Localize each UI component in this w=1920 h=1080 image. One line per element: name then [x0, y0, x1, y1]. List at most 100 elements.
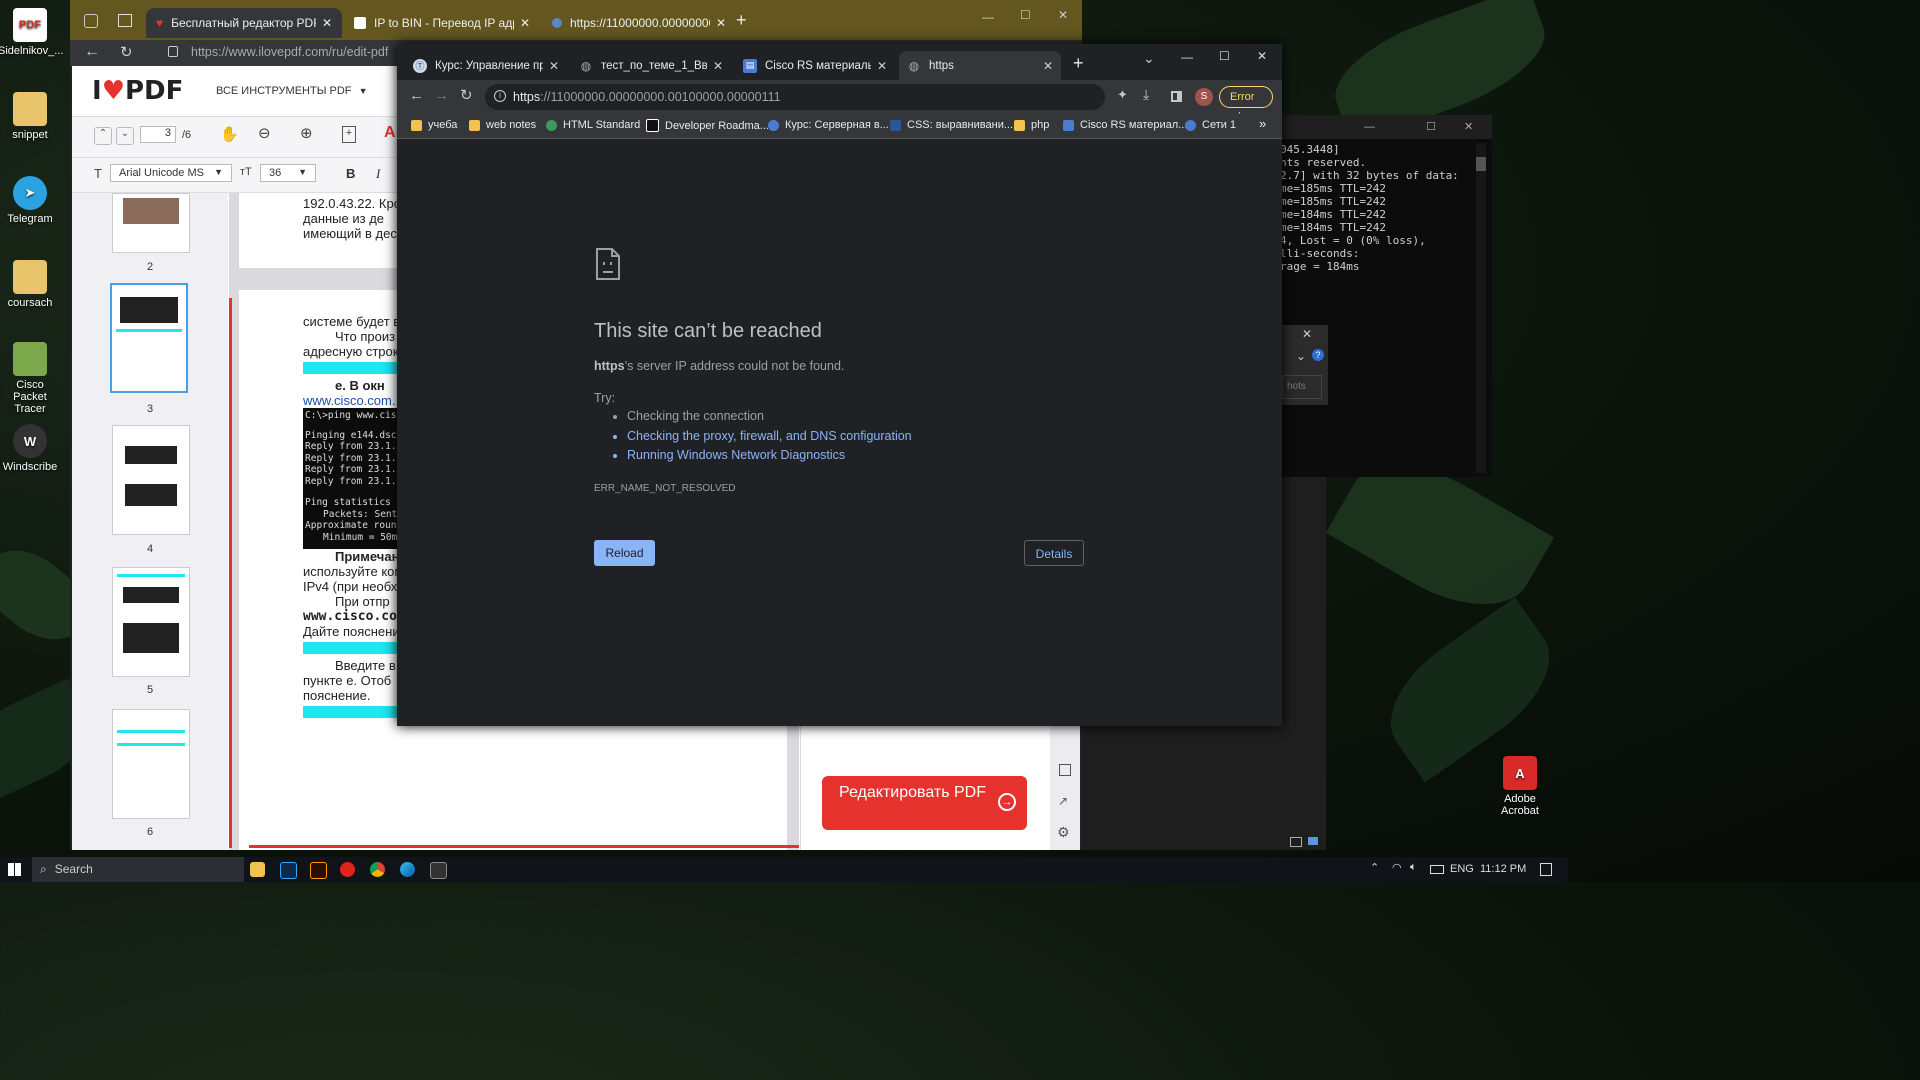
chrome-tab-cisco[interactable]: ▤ Cisco RS материалы для ✕ — [735, 51, 895, 80]
tab-close-icon[interactable]: ✕ — [1037, 59, 1053, 73]
bookmark-folder-php[interactable]: php — [1014, 119, 1049, 131]
desktop-icon-acrobat[interactable]: A Adobe Acrobat — [1488, 756, 1552, 817]
opera-icon[interactable] — [340, 862, 355, 877]
language-indicator[interactable]: ENG — [1450, 863, 1474, 875]
minimize-button[interactable]: — — [1181, 50, 1193, 64]
page-number-input[interactable]: 3 — [140, 126, 176, 143]
back-tab-ilovepdf[interactable]: ♥ Бесплатный редактор PDF-фай ✕ — [146, 8, 342, 38]
bookmark-networks-1[interactable]: Сети 1 — [1185, 119, 1236, 131]
close-button[interactable]: ✕ — [1058, 8, 1068, 22]
suggestion-check-proxy-link[interactable]: Checking the proxy, firewall, and DNS co… — [627, 427, 912, 447]
chrome-taskbar-icon[interactable] — [370, 862, 385, 877]
forward-arrow-icon[interactable]: → — [434, 87, 449, 104]
desktop-icon-windscribe[interactable]: W Windscribe — [0, 424, 62, 473]
back-icon[interactable]: ← — [84, 43, 100, 61]
bookmark-folder-web-notes[interactable]: web notes — [469, 119, 536, 131]
thumbnail-page-6[interactable] — [112, 709, 190, 819]
thumbnail-page-2[interactable] — [112, 193, 190, 253]
tab-close-icon[interactable]: ✕ — [871, 59, 887, 73]
tab-close-icon[interactable]: ✕ — [543, 59, 559, 73]
thumbnail-page-5[interactable] — [112, 567, 190, 677]
reload-button[interactable]: Reload — [594, 540, 655, 566]
battery-icon[interactable] — [1430, 865, 1444, 874]
hand-tool-icon[interactable]: ✋ — [220, 125, 239, 143]
dropdown-chevron-icon[interactable]: ⌄ — [1296, 349, 1306, 363]
notifications-icon[interactable] — [1540, 863, 1552, 876]
font-size-select[interactable]: 36 ▼ — [260, 164, 316, 182]
desktop-icon-coursach[interactable]: coursach — [0, 260, 62, 309]
maximize-button[interactable]: ☐ — [1020, 8, 1031, 22]
terminal-taskbar-icon[interactable] — [430, 862, 447, 879]
close-button[interactable]: ✕ — [1257, 49, 1267, 63]
back-tab-ip-to-bin[interactable]: IP to BIN - Перевод IP адреса в ✕ — [344, 8, 540, 38]
page-down-button[interactable]: ⌄ — [116, 127, 134, 145]
tab-actions-icon[interactable] — [118, 14, 132, 27]
minimize-button[interactable]: — — [1364, 121, 1375, 133]
desktop-icon-pdf[interactable]: PDF Sidelnikov_... — [0, 8, 63, 57]
side-panel-icon[interactable] — [1171, 91, 1182, 102]
edge-icon[interactable] — [400, 862, 415, 877]
bookmark-cisco-rs[interactable]: Cisco RS материал... — [1063, 119, 1187, 131]
site-info-icon[interactable]: i — [494, 90, 506, 102]
details-button[interactable]: Details — [1024, 540, 1084, 566]
settings-gear-icon[interactable]: ⚙ — [1057, 824, 1070, 841]
edit-pdf-button[interactable]: Редактировать PDF → — [822, 776, 1027, 830]
desktop-icon-snippet[interactable]: snippet — [0, 92, 62, 141]
chrome-tab-course[interactable]: Ⓣ Курс: Управление прое ✕ — [405, 51, 567, 80]
bookmark-folder-ucheba[interactable]: учеба — [411, 119, 457, 131]
panel-icon[interactable] — [1059, 764, 1071, 776]
clock[interactable]: 11:12 PM — [1480, 863, 1526, 875]
share-icon[interactable]: ↗ — [1058, 794, 1068, 808]
back-arrow-icon[interactable]: ← — [409, 87, 424, 104]
wifi-icon[interactable]: ◠ — [1392, 861, 1402, 874]
tab-close-icon[interactable]: ✕ — [707, 59, 723, 73]
minimize-button[interactable]: — — [982, 10, 994, 24]
bookmark-css-align[interactable]: CSS: выравнивани... — [890, 119, 1013, 131]
suggestion-network-diagnostics-link[interactable]: Running Windows Network Diagnostics — [627, 446, 912, 466]
file-explorer-icon[interactable] — [250, 862, 265, 877]
tray-chevron-icon[interactable]: ⌃ — [1370, 861, 1379, 874]
downloads-icon[interactable]: ⤓ — [1143, 86, 1149, 103]
new-tab-button[interactable]: + — [736, 10, 747, 31]
refresh-icon[interactable]: ↻ — [120, 43, 133, 61]
tab-close-icon[interactable]: ✕ — [322, 16, 332, 30]
bold-button[interactable]: B — [346, 166, 355, 181]
italic-button[interactable]: I — [376, 166, 380, 182]
bookmark-html-standard[interactable]: HTML Standard — [546, 119, 640, 131]
close-icon[interactable]: ✕ — [1302, 327, 1312, 341]
photoshop-icon[interactable] — [280, 862, 297, 879]
horizontal-scroll-indicator[interactable] — [249, 845, 799, 848]
workspaces-icon[interactable] — [84, 14, 98, 28]
chrome-tab-https[interactable]: ◍ https ✕ — [899, 51, 1061, 80]
new-tab-button[interactable]: + — [1073, 53, 1084, 74]
terminal-scrollbar[interactable] — [1476, 143, 1486, 473]
volume-icon[interactable]: 🔈︎ — [1410, 861, 1417, 874]
bookmark-developer-roadmap[interactable]: Developer Roadma... — [646, 119, 769, 132]
close-button[interactable]: ✕ — [1464, 120, 1473, 133]
taskbar-search-box[interactable]: ⌕ Search — [32, 857, 244, 882]
tab-close-icon[interactable]: ✕ — [716, 16, 726, 30]
zoom-in-icon[interactable]: ⊕ — [300, 124, 313, 142]
text-tool-icon[interactable]: A — [384, 124, 396, 142]
font-family-select[interactable]: Arial Unicode MS ▼ — [110, 164, 232, 182]
ilovepdf-logo[interactable]: I♥PDF — [92, 76, 183, 106]
scrollbar-thumb[interactable] — [1476, 157, 1486, 171]
tab-search-dropdown-icon[interactable]: ⌄ — [1143, 50, 1155, 67]
help-icon[interactable]: ? — [1312, 349, 1324, 361]
scrollbar-toggle-icon[interactable] — [1290, 837, 1302, 847]
windows-start-icon[interactable] — [8, 863, 21, 876]
extensions-puzzle-icon[interactable]: ✦ — [1117, 87, 1128, 103]
bookmarks-overflow-button[interactable]: » — [1259, 116, 1266, 131]
all-tools-menu[interactable]: ВСЕ ИНСТРУМЕНТЫ PDF ▼ — [216, 85, 367, 97]
illustrator-icon[interactable] — [310, 862, 327, 879]
maximize-button[interactable]: ☐ — [1426, 120, 1436, 133]
thumbnail-page-4[interactable] — [112, 425, 190, 535]
desktop-icon-packet-tracer[interactable]: Cisco Packet Tracer — [0, 342, 62, 415]
zoom-out-icon[interactable]: ⊖ — [258, 124, 271, 142]
chrome-tab-test[interactable]: ◍ тест_по_теме_1_Введен ✕ — [571, 51, 731, 80]
bookmark-course-server[interactable]: Курс: Серверная в... — [768, 119, 889, 131]
profile-avatar[interactable]: S — [1195, 88, 1213, 106]
reload-icon[interactable]: ↻ — [460, 86, 473, 104]
scrollbar-toggle-icon[interactable] — [1308, 837, 1318, 845]
tab-close-icon[interactable]: ✕ — [520, 16, 530, 30]
